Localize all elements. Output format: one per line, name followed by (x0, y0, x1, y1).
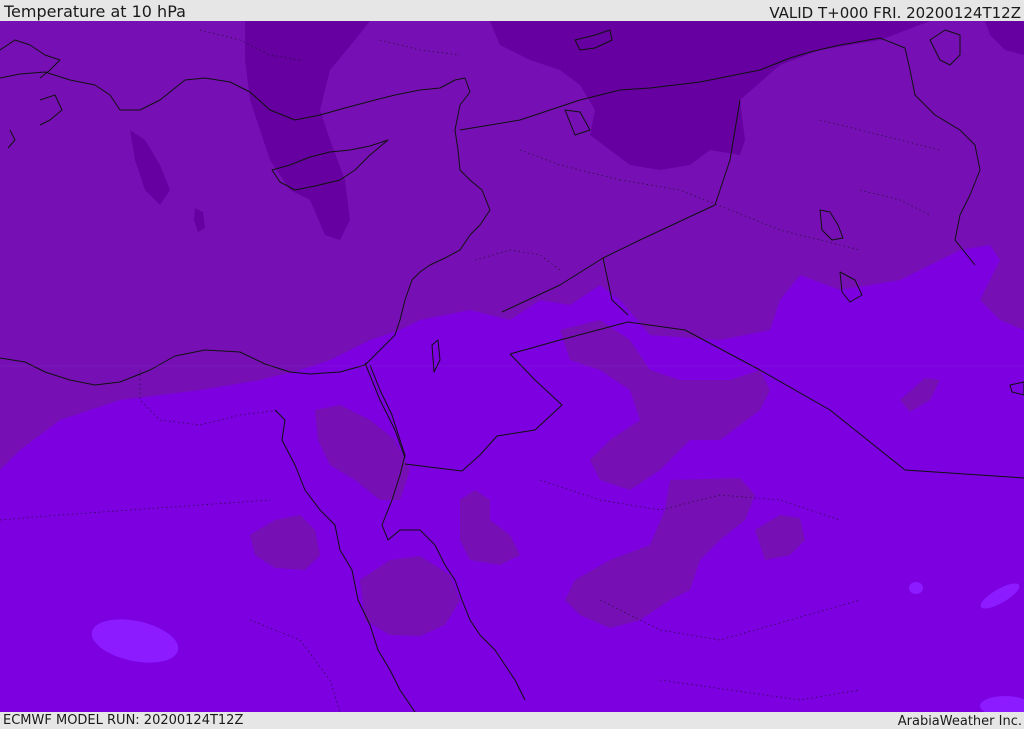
footer-bar: ECMWF MODEL RUN: 20200124T12Z ArabiaWeat… (0, 712, 1024, 729)
map-viewer: Temperature at 10 hPa VALID T+000 FRI. 2… (0, 0, 1024, 729)
header-bar: Temperature at 10 hPa VALID T+000 FRI. 2… (0, 0, 1024, 21)
temperature-map[interactable] (0, 21, 1024, 712)
field-bright-3 (909, 582, 923, 594)
map-title: Temperature at 10 hPa (4, 2, 186, 21)
model-run: ECMWF MODEL RUN: 20200124T12Z (3, 713, 244, 728)
credit-text: ArabiaWeather Inc. (897, 714, 1022, 729)
valid-time: VALID T+000 FRI. 20200124T12Z (769, 4, 1021, 22)
map-canvas[interactable] (0, 21, 1024, 712)
